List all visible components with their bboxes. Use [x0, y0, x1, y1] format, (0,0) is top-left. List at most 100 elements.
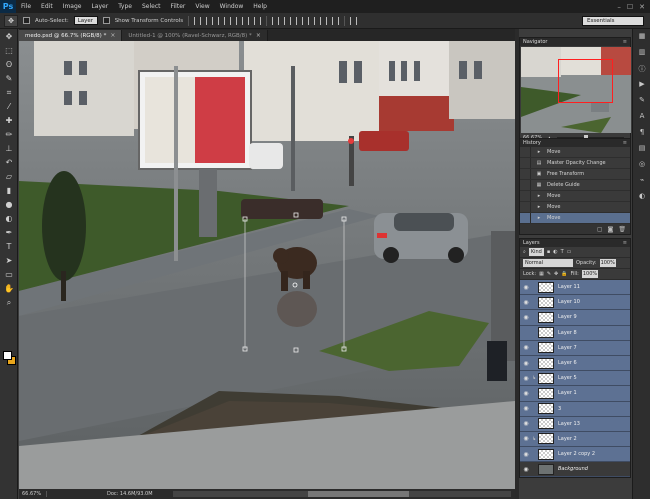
blend-mode-select[interactable]: Normal	[523, 259, 573, 267]
menu-image[interactable]: Image	[58, 3, 87, 10]
horizontal-scrollbar[interactable]	[172, 491, 511, 497]
swatches-dock-icon[interactable]: ▤	[635, 144, 649, 156]
distribute-top-icon[interactable]	[272, 16, 280, 25]
history-source-box[interactable]	[521, 213, 531, 223]
foreground-color-swatch[interactable]	[3, 351, 12, 360]
distribute-bottom-icon[interactable]	[296, 16, 304, 25]
channels-dock-icon[interactable]: ◎	[635, 160, 649, 172]
filter-type-icon[interactable]: T	[561, 249, 564, 255]
auto-align-icon[interactable]	[350, 16, 358, 25]
blur-tool-icon[interactable]: ●	[1, 198, 17, 211]
filter-shape-icon[interactable]: ▭	[567, 249, 572, 255]
quick-select-tool-icon[interactable]: ✎	[1, 72, 17, 85]
filter-pixel-icon[interactable]: ▪	[547, 249, 550, 255]
lock-position-icon[interactable]: ✥	[554, 271, 558, 277]
layer-kind-filter[interactable]: Kind	[528, 248, 544, 256]
eye-icon[interactable]: ◉	[520, 435, 532, 442]
zoom-tool-icon[interactable]: ⌕	[1, 296, 17, 309]
align-top-icon[interactable]	[194, 16, 202, 25]
eye-icon[interactable]: ◉	[520, 344, 532, 351]
eye-icon[interactable]: ◉	[520, 284, 532, 291]
brush-dock-icon[interactable]: ✎	[635, 96, 649, 108]
clone-stamp-tool-icon[interactable]: ⊥	[1, 142, 17, 155]
menu-view[interactable]: View	[190, 3, 214, 10]
paths-dock-icon[interactable]: ⌁	[635, 176, 649, 188]
align-right-icon[interactable]	[254, 16, 262, 25]
close-icon[interactable]: ×	[110, 32, 115, 39]
layer-row[interactable]: ◉ Layer 1	[520, 386, 630, 402]
eye-icon[interactable]: ◉	[520, 420, 532, 427]
align-center-icon[interactable]	[242, 16, 250, 25]
layer-row[interactable]: ◉ Layer 9	[520, 310, 630, 326]
layers-title[interactable]: Layers	[523, 240, 540, 246]
eye-icon[interactable]: ◉	[520, 375, 532, 382]
menu-file[interactable]: File	[16, 3, 36, 10]
distribute-middle-icon[interactable]	[284, 16, 292, 25]
layer-row[interactable]: Layer 8	[520, 325, 630, 341]
menu-type[interactable]: Type	[113, 3, 137, 10]
navigator-title[interactable]: Navigator	[523, 39, 547, 45]
adjustments-dock-icon[interactable]: ◐	[635, 192, 649, 204]
layer-row[interactable]: ◉ Layer 10	[520, 295, 630, 311]
distribute-left-icon[interactable]	[308, 16, 316, 25]
navigator-thumbnail[interactable]	[521, 47, 631, 133]
crop-tool-icon[interactable]: ⌗	[1, 86, 17, 99]
tab-medo-psd[interactable]: medo.psd @ 66.7% (RGB/8) * ×	[19, 30, 123, 41]
history-brush-tool-icon[interactable]: ↶	[1, 156, 17, 169]
history-source-box[interactable]	[521, 169, 531, 179]
menu-edit[interactable]: Edit	[36, 3, 58, 10]
history-item[interactable]: ▸ Move	[520, 213, 630, 224]
panel-menu-icon[interactable]: ≡	[623, 140, 627, 146]
menu-filter[interactable]: Filter	[166, 3, 191, 10]
brush-tool-icon[interactable]: ✏	[1, 128, 17, 141]
eraser-tool-icon[interactable]: ▱	[1, 170, 17, 183]
paragraph-dock-icon[interactable]: ¶	[635, 128, 649, 140]
type-tool-icon[interactable]: T	[1, 240, 17, 253]
panel-menu-icon[interactable]: ≡	[623, 39, 627, 45]
history-item[interactable]: ▸ Move	[520, 147, 630, 158]
history-item[interactable]: ▤ Master Opacity Change	[520, 158, 630, 169]
menu-window[interactable]: Window	[215, 3, 249, 10]
scroll-thumb[interactable]	[307, 491, 410, 497]
snapshot-icon[interactable]: ◙	[608, 226, 614, 233]
layer-row[interactable]: ◉ 3	[520, 401, 630, 417]
auto-select-checkbox[interactable]	[23, 17, 30, 24]
document-canvas[interactable]	[19, 41, 515, 489]
trash-icon[interactable]: 🗑	[618, 226, 626, 233]
lock-all-icon[interactable]: 🔒	[561, 271, 567, 277]
eye-icon[interactable]: ◉	[520, 390, 532, 397]
history-item[interactable]: ▦ Delete Guide	[520, 180, 630, 191]
maximize-button[interactable]: ☐	[627, 3, 633, 11]
distribute-right-icon[interactable]	[332, 16, 340, 25]
align-left-icon[interactable]	[230, 16, 238, 25]
history-source-box[interactable]	[521, 147, 531, 157]
workspace-switcher[interactable]: Essentials	[582, 16, 644, 26]
history-source-box[interactable]	[521, 202, 531, 212]
distribute-center-icon[interactable]	[320, 16, 328, 25]
info-dock-icon[interactable]: ⓘ	[635, 64, 649, 76]
menu-select[interactable]: Select	[137, 3, 166, 10]
align-middle-icon[interactable]	[206, 16, 214, 25]
move-tool-preset-icon[interactable]: ✥	[4, 14, 18, 27]
layer-row[interactable]: ◉ Background	[520, 462, 630, 478]
marquee-tool-icon[interactable]: ⬚	[1, 44, 17, 57]
layer-row[interactable]: ◉ Layer 13	[520, 416, 630, 432]
dodge-tool-icon[interactable]: ◐	[1, 212, 17, 225]
layer-row[interactable]: ◉ ↳ Layer 5	[520, 371, 630, 387]
zoom-level[interactable]: 66.67%	[19, 491, 47, 497]
history-item[interactable]: ▸ Move	[520, 202, 630, 213]
align-bottom-icon[interactable]	[218, 16, 226, 25]
fill-field[interactable]: 100%	[581, 270, 598, 278]
eye-icon[interactable]: ◉	[520, 360, 532, 367]
character-dock-icon[interactable]: A	[635, 112, 649, 124]
show-transform-checkbox[interactable]	[102, 17, 110, 24]
lock-pixels-icon[interactable]: ✎	[547, 271, 551, 277]
healing-brush-tool-icon[interactable]: ✚	[1, 114, 17, 127]
minimize-button[interactable]: –	[617, 3, 621, 11]
layer-row[interactable]: ◉ Layer 11	[520, 280, 630, 296]
eye-icon[interactable]: ◉	[520, 314, 532, 321]
history-source-box[interactable]	[521, 180, 531, 190]
actions-dock-icon[interactable]: ▶	[635, 80, 649, 92]
filter-adjustment-icon[interactable]: ◐	[553, 249, 557, 255]
path-select-tool-icon[interactable]: ➤	[1, 254, 17, 267]
